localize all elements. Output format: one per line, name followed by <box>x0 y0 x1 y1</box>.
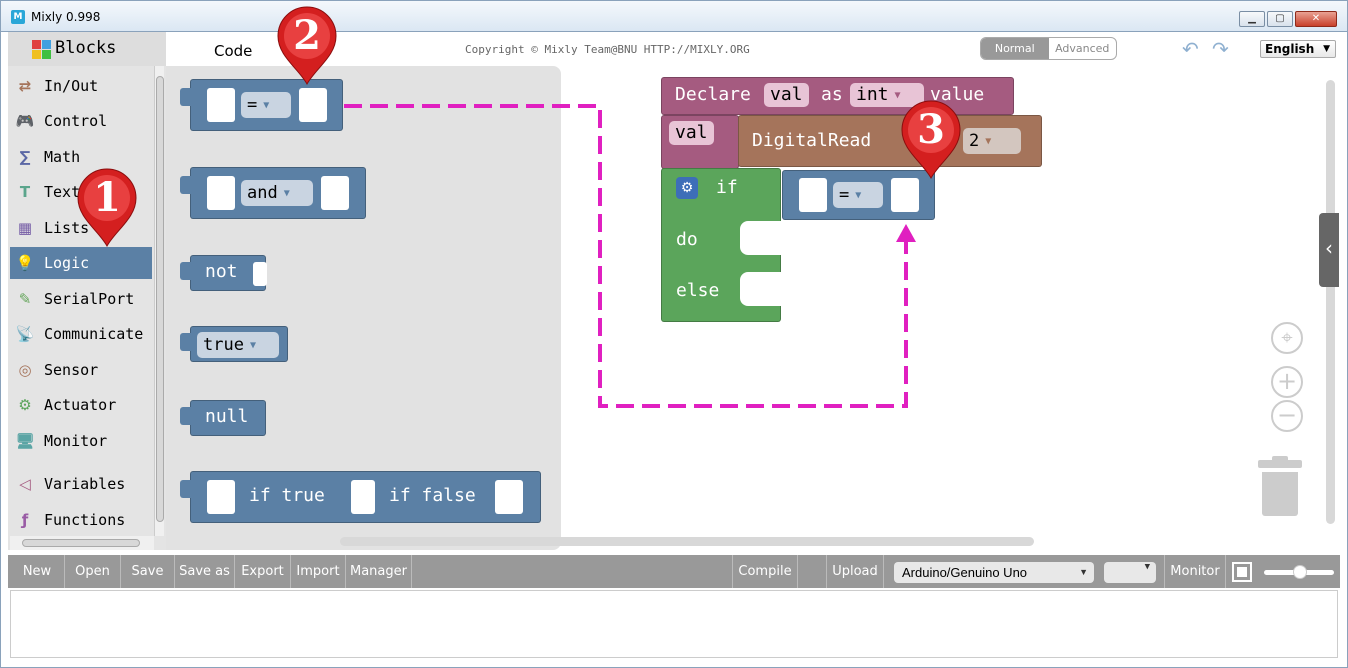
zoom-out-icon[interactable]: − <box>1271 400 1303 432</box>
save-button[interactable]: Save <box>121 555 175 588</box>
save-as-button[interactable]: Save as <box>175 555 235 588</box>
marker-1: 1 <box>76 168 138 248</box>
upload-button[interactable]: Upload <box>826 555 884 588</box>
marker-3: 3 <box>900 100 962 180</box>
board-value: Arduino/Genuino Uno <box>902 565 1028 580</box>
export-button[interactable]: Export <box>235 555 291 588</box>
board-select[interactable]: Arduino/Genuino Uno ▼ <box>894 562 1094 583</box>
import-button[interactable]: Import <box>291 555 346 588</box>
manager-button[interactable]: Manager <box>346 555 412 588</box>
chip-icon[interactable] <box>1232 562 1252 582</box>
zoom-slider-handle[interactable] <box>1293 565 1307 579</box>
workspace-horizontal-scrollbar[interactable] <box>340 537 1034 546</box>
workspace-vertical-scrollbar[interactable] <box>1326 80 1335 524</box>
marker-2: 2 <box>276 6 338 86</box>
recenter-icon[interactable]: ⌖ <box>1271 322 1303 354</box>
open-button[interactable]: Open <box>65 555 121 588</box>
compile-button[interactable]: Compile <box>732 555 798 588</box>
collapse-panel-chevron-icon[interactable]: ‹ <box>1319 213 1339 287</box>
trash-icon[interactable] <box>1258 456 1302 516</box>
port-select[interactable]: ▼ <box>1104 562 1156 583</box>
chevron-down-icon: ▼ <box>1144 562 1150 572</box>
zoom-in-icon[interactable]: + <box>1271 366 1303 398</box>
output-console[interactable] <box>10 590 1338 658</box>
chevron-down-icon: ▼ <box>1079 567 1088 577</box>
new-button[interactable]: New <box>10 555 65 588</box>
monitor-button[interactable]: Monitor <box>1164 555 1226 588</box>
